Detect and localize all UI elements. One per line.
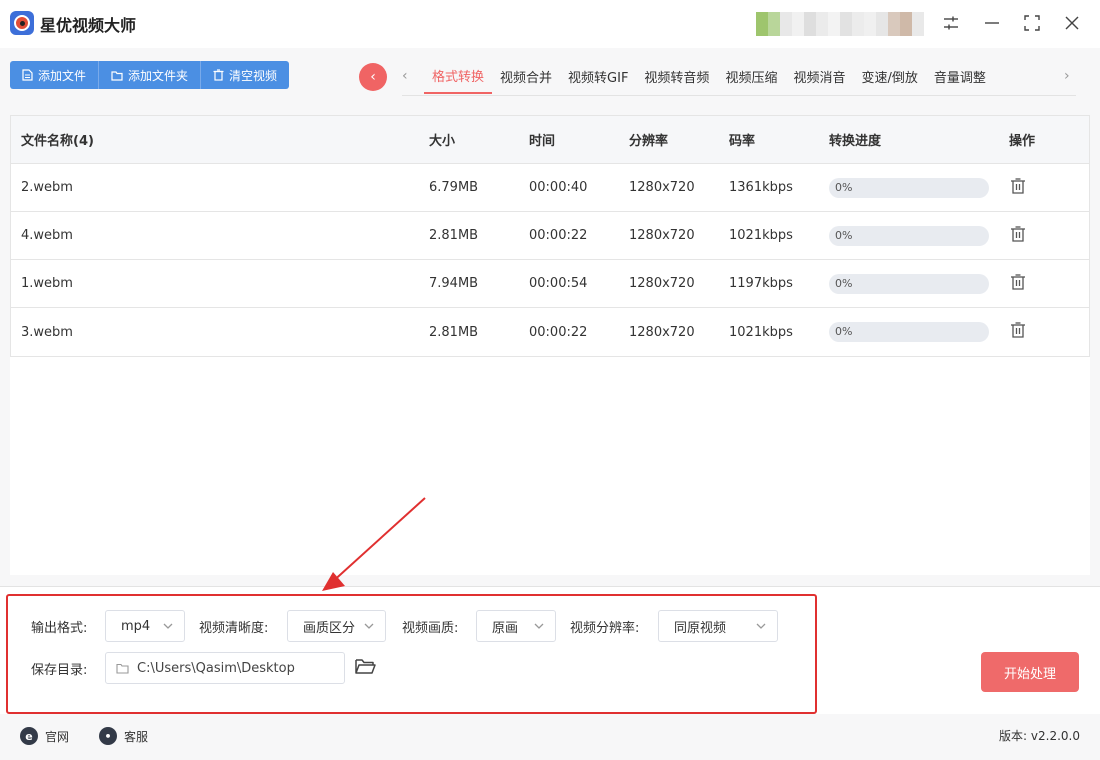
delete-icon[interactable]	[1009, 177, 1027, 199]
file-size: 7.94MB	[429, 276, 479, 291]
support-link[interactable]: • 客服	[99, 727, 148, 745]
tabs-divider	[402, 95, 1076, 96]
progress-label: 0%	[835, 276, 853, 290]
progress-label: 0%	[835, 325, 853, 338]
title-bar: 星优视频大师	[0, 0, 1100, 48]
add-file-button[interactable]: 添加文件	[10, 61, 100, 89]
file-bitrate: 1361kbps	[729, 180, 793, 195]
file-name: 2.webm	[21, 180, 73, 195]
file-name: 1.webm	[21, 276, 73, 291]
file-duration: 00:00:22	[529, 228, 588, 243]
app-title: 星优视频大师	[40, 16, 137, 35]
file-resolution: 1280x720	[629, 180, 695, 195]
folder-icon	[111, 70, 123, 81]
tab-video-to-audio[interactable]: 视频转音频	[636, 58, 717, 94]
progress-bar: 0%	[829, 322, 989, 342]
add-folder-button[interactable]: 添加文件夹	[99, 61, 202, 89]
file-size: 6.79MB	[429, 180, 479, 195]
trash-icon	[213, 69, 224, 81]
tab-format-convert[interactable]: 格式转换	[424, 58, 493, 94]
add-folder-label: 添加文件夹	[128, 68, 189, 83]
chat-bubble-icon: •	[99, 727, 117, 745]
file-duration: 00:00:22	[529, 324, 588, 340]
start-processing-button[interactable]: 开始处理	[981, 652, 1079, 692]
file-list-panel: 文件名称(4) 大小 时间 分辨率 码率 转换进度 操作 2.webm 6.79…	[10, 115, 1090, 575]
settings-highlight-frame	[6, 594, 817, 714]
header-bitrate: 码率	[729, 134, 756, 149]
website-label: 官网	[45, 729, 70, 744]
progress-label: 0%	[835, 228, 853, 242]
close-icon[interactable]	[1061, 12, 1083, 34]
table-row[interactable]: 4.webm 2.81MB 00:00:22 1280x720 1021kbps…	[11, 212, 1089, 260]
file-size: 2.81MB	[429, 324, 479, 340]
delete-icon[interactable]	[1009, 273, 1027, 295]
header-time: 时间	[529, 134, 556, 149]
file-icon	[22, 69, 33, 81]
file-name: 4.webm	[21, 228, 73, 243]
file-duration: 00:00:54	[529, 276, 588, 291]
clear-videos-button[interactable]: 清空视频	[201, 61, 290, 89]
tabs-prev-icon[interactable]: ‹	[402, 68, 408, 84]
delete-icon[interactable]	[1009, 321, 1027, 343]
settings-sliders-icon[interactable]	[940, 12, 962, 34]
tab-video-compress[interactable]: 视频压缩	[717, 58, 785, 94]
support-label: 客服	[124, 729, 149, 744]
table-row[interactable]: 3.webm 2.81MB 00:00:22 1280x720 1021kbps…	[11, 308, 1089, 356]
user-avatar[interactable]	[756, 12, 924, 36]
header-action: 操作	[1009, 134, 1036, 149]
file-bitrate: 1021kbps	[729, 324, 793, 340]
ie-icon: e	[20, 727, 38, 745]
tab-video-to-gif[interactable]: 视频转GIF	[560, 58, 636, 94]
table-row[interactable]: 2.webm 6.79MB 00:00:40 1280x720 1361kbps…	[11, 164, 1089, 212]
header-resolution: 分辨率	[629, 134, 669, 149]
version-text: 版本: v2.2.0.0	[999, 729, 1080, 743]
header-name: 文件名称(4)	[21, 134, 94, 149]
file-name: 3.webm	[21, 324, 73, 340]
tab-video-mute[interactable]: 视频消音	[785, 58, 853, 94]
header-size: 大小	[429, 134, 456, 149]
header-progress: 转换进度	[829, 134, 882, 149]
file-bitrate: 1021kbps	[729, 228, 793, 243]
feature-tabs: 格式转换 视频合并 视频转GIF 视频转音频 视频压缩 视频消音 变速/倒放 音…	[424, 58, 994, 96]
file-resolution: 1280x720	[629, 276, 695, 291]
table-row[interactable]: 1.webm 7.94MB 00:00:54 1280x720 1197kbps…	[11, 260, 1089, 308]
maximize-icon[interactable]	[1021, 12, 1043, 34]
back-icon[interactable]: ‹	[359, 63, 387, 91]
file-bitrate: 1197kbps	[729, 276, 793, 291]
file-size: 2.81MB	[429, 228, 479, 243]
tab-video-merge[interactable]: 视频合并	[492, 58, 560, 94]
file-toolbar: 添加文件 添加文件夹 清空视频	[10, 61, 290, 89]
clear-videos-label: 清空视频	[229, 68, 278, 83]
app-logo-icon	[10, 11, 34, 35]
website-link[interactable]: e 官网	[20, 727, 69, 745]
file-table: 文件名称(4) 大小 时间 分辨率 码率 转换进度 操作 2.webm 6.79…	[10, 115, 1090, 357]
progress-label: 0%	[835, 180, 853, 194]
add-file-label: 添加文件	[38, 68, 87, 83]
delete-icon[interactable]	[1009, 225, 1027, 247]
file-resolution: 1280x720	[629, 324, 695, 340]
file-duration: 00:00:40	[529, 180, 588, 195]
tabs-next-icon[interactable]: ›	[1064, 68, 1070, 84]
progress-bar: 0%	[829, 177, 989, 198]
minimize-icon[interactable]	[981, 12, 1003, 34]
tab-speed-reverse[interactable]: 变速/倒放	[853, 58, 925, 94]
file-resolution: 1280x720	[629, 228, 695, 243]
progress-bar: 0%	[829, 225, 989, 246]
progress-bar: 0%	[829, 273, 989, 294]
tab-volume-adjust[interactable]: 音量调整	[926, 58, 994, 94]
table-header: 文件名称(4) 大小 时间 分辨率 码率 转换进度 操作	[11, 116, 1089, 164]
footer	[0, 716, 1100, 760]
